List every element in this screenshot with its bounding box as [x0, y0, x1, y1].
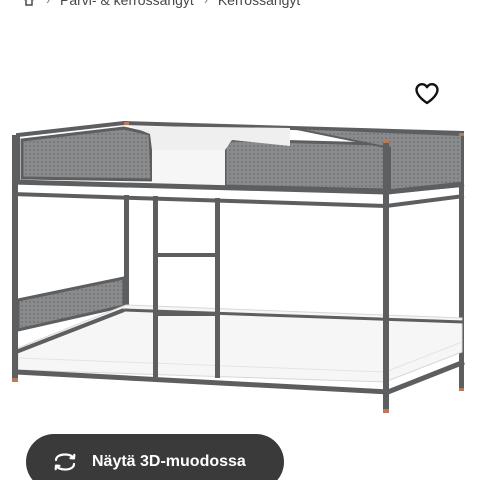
breadcrumb: › Parvi- & kerrossängyt › Kerrossängyt	[22, 0, 300, 9]
home-icon[interactable]	[22, 0, 36, 7]
chevron-right-icon: ›	[203, 0, 208, 7]
add-to-favourites-button[interactable]	[410, 77, 444, 111]
view-in-3d-label: Näytä 3D-muodossa	[92, 453, 246, 470]
rotate-3d-icon	[52, 452, 78, 472]
heart-outline-icon	[415, 83, 439, 105]
product-page: › Parvi- & kerrossängyt › Kerrossängyt N…	[0, 0, 480, 480]
breadcrumb-item[interactable]: Parvi- & kerrossängyt	[60, 0, 194, 8]
breadcrumb-item[interactable]: Kerrossängyt	[218, 0, 300, 8]
view-in-3d-button[interactable]: Näytä 3D-muodossa	[26, 434, 284, 480]
product-image-bunk-bed	[11, 120, 465, 413]
chevron-right-icon: ›	[46, 0, 50, 7]
